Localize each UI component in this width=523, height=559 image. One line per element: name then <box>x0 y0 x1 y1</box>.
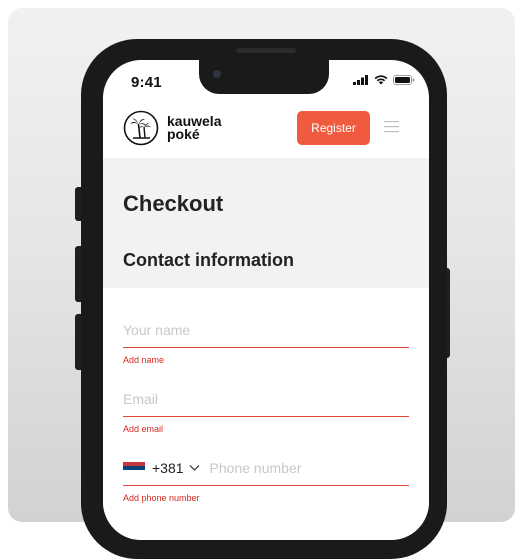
email-error: Add email <box>123 424 164 434</box>
wifi-icon <box>374 75 388 85</box>
palm-tree-logo-icon <box>123 110 159 146</box>
battery-icon <box>393 75 415 85</box>
serbia-flag-icon[interactable] <box>123 462 145 474</box>
phone-screen: 9:41 kauwela poké Register Checkout Cont… <box>103 60 429 540</box>
email-underline <box>123 416 409 417</box>
contact-form: Add name Add email +381 Add phone <box>103 288 429 540</box>
email-field-group: Add email <box>123 389 409 434</box>
front-camera <box>213 70 221 78</box>
status-icons <box>353 75 415 85</box>
brand-name-line2: poké <box>167 126 200 142</box>
section-title: Contact information <box>123 250 294 270</box>
phone-field-group: +381 Add phone number <box>123 458 409 503</box>
brand-logo[interactable]: kauwela poké <box>123 110 221 146</box>
app-header: kauwela poké Register <box>103 102 429 158</box>
speaker-grille <box>236 48 296 53</box>
notch <box>199 60 329 94</box>
name-field-group: Add name <box>123 320 409 365</box>
phone-error: Add phone number <box>123 493 200 503</box>
brand-name: kauwela poké <box>167 114 221 142</box>
register-button[interactable]: Register <box>297 111 370 145</box>
chevron-down-icon[interactable] <box>189 464 200 472</box>
phone-row: +381 <box>123 458 409 478</box>
hamburger-menu-icon[interactable] <box>384 120 399 133</box>
cellular-signal-icon <box>353 75 368 85</box>
name-underline <box>123 347 409 348</box>
phone-input[interactable] <box>209 458 370 478</box>
page-title: Checkout <box>123 191 224 216</box>
dial-code[interactable]: +381 <box>152 460 184 476</box>
status-time: 9:41 <box>131 74 162 91</box>
name-input[interactable] <box>123 320 409 340</box>
name-error: Add name <box>123 355 165 365</box>
email-input[interactable] <box>123 389 409 409</box>
phone-underline <box>123 485 409 486</box>
